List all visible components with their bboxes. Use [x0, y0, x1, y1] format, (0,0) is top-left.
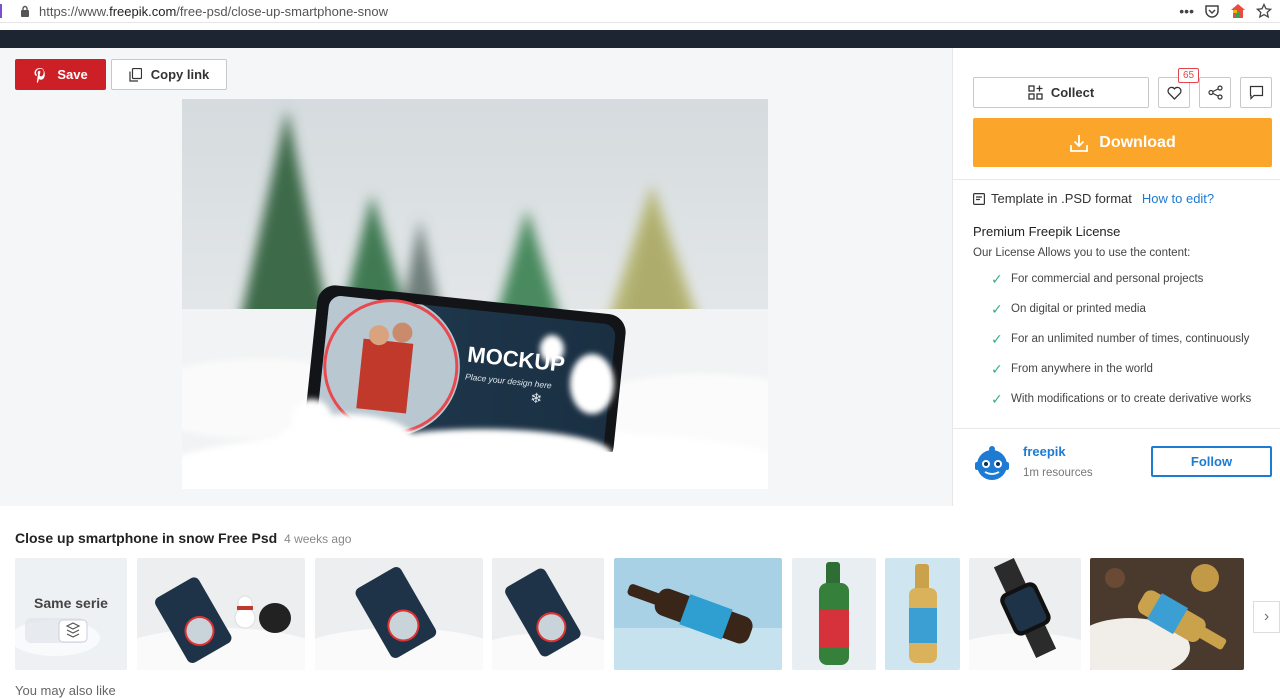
check-icon: ✓	[991, 391, 1003, 407]
check-icon: ✓	[991, 301, 1003, 317]
resource-age: 4 weeks ago	[284, 532, 352, 546]
file-format-icon	[973, 192, 985, 205]
resource-sidebar: Collect 65 Download Template in .PSD for…	[952, 48, 1280, 506]
share-icon	[1207, 85, 1223, 100]
license-item: ✓ For commercial and personal projects	[991, 271, 1204, 287]
comment-button[interactable]	[1240, 77, 1272, 108]
tab-edge	[0, 4, 6, 18]
license-item: ✓ From anywhere in the world	[991, 361, 1153, 377]
license-title: Premium Freepik License	[973, 224, 1121, 239]
author-avatar[interactable]	[973, 444, 1011, 482]
collect-button[interactable]: Collect	[973, 77, 1149, 108]
pinterest-icon	[34, 67, 46, 83]
download-label: Download	[1099, 133, 1176, 151]
related-thumb[interactable]	[614, 558, 782, 670]
license-item: ✓ For an unlimited number of times, conti…	[991, 331, 1250, 347]
related-thumb[interactable]	[792, 558, 876, 670]
resource-preview-image[interactable]: MOCKUP Place your design here ❄	[182, 99, 768, 489]
site-header-band	[0, 30, 1280, 48]
related-thumbnails: Same serie	[0, 558, 1280, 670]
copy-link-button[interactable]: Copy link	[111, 59, 227, 90]
snow-mockup-scene: MOCKUP Place your design here ❄	[182, 99, 768, 489]
same-serie-label: Same serie	[34, 595, 108, 611]
share-button[interactable]	[1199, 77, 1231, 108]
related-thumb[interactable]	[885, 558, 960, 670]
author-card: freepik 1m resources Follow	[953, 434, 1280, 506]
format-text: Template in .PSD format	[991, 191, 1132, 206]
related-thumb[interactable]	[315, 558, 483, 670]
like-count-badge: 65	[1178, 68, 1199, 83]
download-button[interactable]: Download	[973, 118, 1272, 167]
resource-title: Close up smartphone in snow Free Psd	[15, 530, 278, 546]
check-icon: ✓	[991, 361, 1003, 377]
more-options-icon[interactable]: •••	[1179, 2, 1194, 20]
download-icon	[1070, 134, 1089, 152]
divider	[953, 428, 1280, 429]
next-arrow-button[interactable]: ›	[1253, 601, 1280, 633]
chevron-right-icon: ›	[1263, 608, 1270, 625]
divider	[953, 179, 1280, 180]
how-to-edit-link[interactable]: How to edit?	[1142, 191, 1214, 206]
related-thumb[interactable]	[492, 558, 604, 670]
lock-icon	[21, 5, 29, 17]
collect-label: Collect	[1050, 85, 1095, 100]
pocket-icon[interactable]	[1204, 3, 1220, 19]
heart-icon	[1166, 86, 1182, 100]
pinterest-save-button[interactable]: Save	[15, 59, 106, 90]
related-thumb[interactable]	[969, 558, 1081, 670]
copy-link-label: Copy link	[150, 67, 210, 82]
check-icon: ✓	[991, 331, 1003, 347]
extension-icon[interactable]	[1230, 3, 1246, 19]
resource-title-row: Close up smartphone in snow Free Psd 4 w…	[15, 530, 351, 546]
comment-icon	[1249, 85, 1263, 100]
svg-text:❄: ❄	[529, 390, 542, 407]
author-name[interactable]: freepik	[1023, 444, 1066, 459]
author-resources: 1m resources	[1023, 467, 1093, 479]
license-item: ✓ With modifications or to create derivat…	[991, 391, 1252, 407]
follow-button[interactable]: Follow	[1151, 446, 1272, 477]
license-list: ✓ For commercial and personal projects ✓ O…	[991, 272, 1280, 422]
browser-address-bar: https://www.freepik.com/free-psd/close-u…	[0, 0, 1280, 23]
collect-icon	[1028, 85, 1043, 100]
related-thumb[interactable]	[137, 558, 305, 670]
preview-pane: Save Copy link MOCKUP Place your design …	[0, 48, 952, 506]
license-item: ✓ On digital or printed media	[991, 301, 1146, 317]
bookmark-star-icon[interactable]	[1256, 3, 1272, 19]
you-may-also-like-heading: You may also like	[15, 683, 116, 698]
license-subtitle: Our License Allows you to use the conten…	[973, 247, 1191, 259]
check-icon: ✓	[991, 271, 1003, 287]
save-label: Save	[57, 67, 88, 82]
copy-icon	[129, 67, 142, 82]
related-thumb[interactable]	[1090, 558, 1244, 670]
same-serie-tile[interactable]: Same serie	[15, 558, 127, 670]
url-field[interactable]: https://www.freepik.com/free-psd/close-u…	[39, 4, 388, 19]
format-info: Template in .PSD format How to edit?	[973, 191, 1214, 206]
